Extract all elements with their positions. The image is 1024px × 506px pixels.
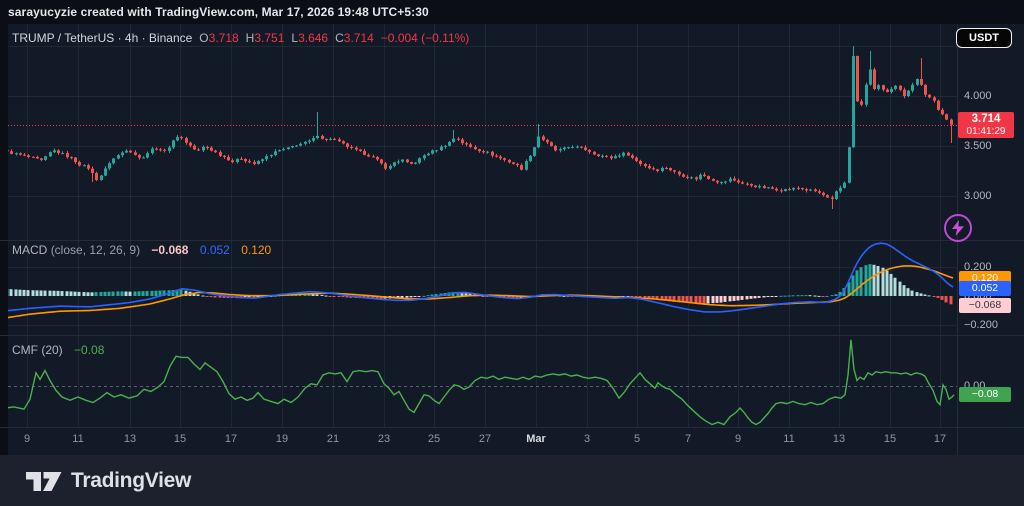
- brand-name: TradingView: [71, 469, 191, 493]
- attribution-bar: sarayucyzie created with TradingView.com…: [0, 0, 1024, 24]
- chart-area: TRUMP / TetherUS · 4h · BinanceO3.718H3.…: [0, 24, 1024, 455]
- currency-toggle-button[interactable]: USDT: [956, 28, 1012, 48]
- footer-bar: TradingView: [0, 455, 1024, 506]
- tradingview-snapshot: sarayucyzie created with TradingView.com…: [0, 0, 1024, 506]
- lightning-icon: [951, 220, 965, 236]
- boost-icon[interactable]: [944, 214, 972, 242]
- tradingview-logo: TradingView: [26, 467, 191, 495]
- tradingview-logo-icon: [26, 467, 62, 495]
- chart-canvas[interactable]: [0, 24, 1024, 455]
- attribution-text: sarayucyzie created with TradingView.com…: [8, 5, 429, 19]
